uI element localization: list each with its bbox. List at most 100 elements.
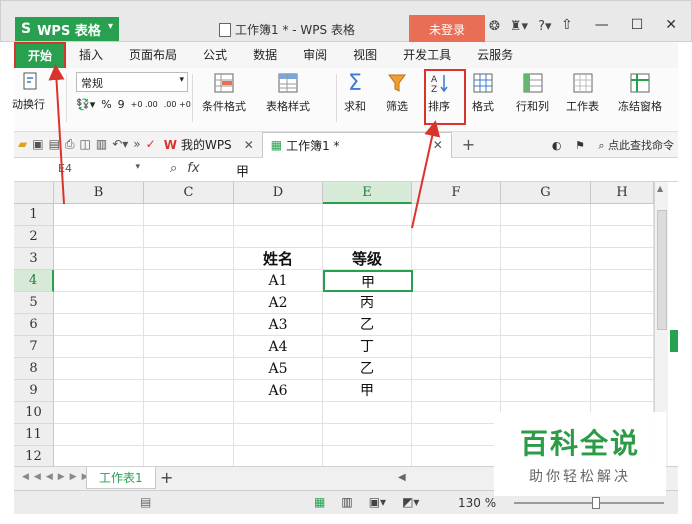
grid-cell[interactable] (412, 336, 501, 358)
cell-d6[interactable]: A3 (234, 314, 323, 336)
grid-cell[interactable] (591, 380, 654, 402)
table-style-button[interactable]: 表格样式 (266, 72, 310, 114)
wrap-text-button[interactable]: 动换行 (12, 70, 45, 112)
grid-cell[interactable] (412, 248, 501, 270)
undo-icon[interactable]: ↶▾ (112, 137, 128, 152)
grid-cell[interactable] (412, 402, 501, 424)
cell-e3[interactable]: 等级 (323, 248, 412, 270)
tab-data[interactable]: 数据 (240, 42, 290, 68)
grid-cell[interactable] (323, 226, 412, 248)
grid-cell[interactable] (54, 226, 144, 248)
cell-e4-active[interactable]: 甲 (323, 270, 413, 292)
row-header[interactable]: 11 (14, 424, 54, 446)
grid-cell[interactable] (234, 226, 323, 248)
grid-cell[interactable] (591, 314, 654, 336)
grid-cell[interactable] (144, 446, 234, 466)
grid-cell[interactable] (501, 358, 591, 380)
cell-d5[interactable]: A2 (234, 292, 323, 314)
open-folder-icon[interactable]: ▰ (18, 137, 27, 152)
print-preview-icon[interactable]: ◫ (80, 137, 91, 152)
app-menu-button[interactable]: S WPS 表格 ▾ (15, 17, 119, 41)
grid-cell[interactable] (144, 424, 234, 446)
side-panel-toggle[interactable] (670, 330, 678, 352)
save-icon[interactable]: ▣ (32, 137, 43, 152)
tab-insert[interactable]: 插入 (66, 42, 116, 68)
cell-e5[interactable]: 丙 (323, 292, 412, 314)
grid-cell[interactable] (144, 226, 234, 248)
tab-view[interactable]: 视图 (340, 42, 390, 68)
currency-icon[interactable]: 💱▾ (76, 98, 95, 111)
grid-cell[interactable] (501, 226, 591, 248)
formula-input[interactable]: 甲 (236, 161, 249, 180)
grid-cell[interactable] (144, 292, 234, 314)
shirt-icon[interactable]: ♜▾ (510, 19, 528, 34)
grid-cell[interactable] (54, 424, 144, 446)
cell-d9[interactable]: A6 (234, 380, 323, 402)
grid-cell[interactable] (234, 204, 323, 226)
grid-cell[interactable] (323, 204, 412, 226)
row-header[interactable]: 5 (14, 292, 54, 314)
number-format-select[interactable]: 常规 ▾ (76, 72, 188, 92)
grid-cell[interactable] (412, 358, 501, 380)
grid-cell[interactable] (501, 204, 591, 226)
skin-icon[interactable]: ❂ (489, 19, 500, 34)
flag-icon[interactable]: ⚑ (575, 139, 585, 152)
grid-cell[interactable] (323, 424, 412, 446)
grid-cell[interactable] (234, 446, 323, 466)
grid-cell[interactable] (591, 292, 654, 314)
grid-cell[interactable] (412, 292, 501, 314)
grid-cell[interactable] (54, 292, 144, 314)
grid-cell[interactable] (144, 402, 234, 424)
decrease-decimal-button[interactable]: .00 +0 (164, 100, 191, 109)
row-header[interactable]: 12 (14, 446, 54, 466)
grid-cell[interactable] (412, 424, 501, 446)
zoom-slider-handle[interactable] (592, 497, 600, 509)
grid-cell[interactable] (591, 204, 654, 226)
normal-view-icon[interactable]: ▦ (314, 495, 325, 509)
row-header[interactable]: 10 (14, 402, 54, 424)
tab-page-layout[interactable]: 页面布局 (116, 42, 190, 68)
grid-cell[interactable] (501, 292, 591, 314)
scroll-up-icon[interactable]: ▲ (657, 184, 663, 193)
doc-tab-my-wps[interactable]: W 我的WPS ✕ (156, 132, 262, 158)
column-header-b[interactable]: B (54, 182, 144, 204)
fx-icon[interactable]: fx (187, 161, 199, 176)
grid-cell[interactable] (323, 446, 412, 466)
grid-cell[interactable] (412, 314, 501, 336)
grid-cell[interactable] (412, 204, 501, 226)
grid-cell[interactable] (54, 270, 144, 292)
grid-cell[interactable] (501, 270, 591, 292)
minimize-icon[interactable]: — (595, 17, 609, 33)
grid-cell[interactable] (501, 380, 591, 402)
scroll-thumb[interactable] (657, 210, 667, 330)
grid-cell[interactable] (144, 204, 234, 226)
grid-cell[interactable] (412, 226, 501, 248)
comma-button[interactable]: 9 (118, 98, 125, 111)
cell-d7[interactable]: A4 (234, 336, 323, 358)
conditional-format-button[interactable]: 条件格式 (202, 72, 246, 114)
zoom-level[interactable]: 130 % (458, 496, 496, 510)
command-search[interactable]: ◐ ⚑ ⌕ 点此查找命令 (552, 137, 674, 153)
cell-d4[interactable]: A1 (234, 270, 323, 292)
close-tab-icon[interactable]: ✕ (244, 138, 254, 152)
increase-decimal-button[interactable]: +0 .00 (131, 100, 158, 109)
row-header[interactable]: 2 (14, 226, 54, 248)
tab-cloud[interactable]: 云服务 (464, 42, 526, 68)
grid-cell[interactable] (234, 402, 323, 424)
close-icon[interactable]: ✕ (665, 17, 677, 33)
format-button[interactable]: 格式 (472, 72, 494, 114)
tab-formulas[interactable]: 公式 (190, 42, 240, 68)
grid-cell[interactable] (591, 336, 654, 358)
grid-cell[interactable] (501, 336, 591, 358)
zoom-slider-track[interactable] (514, 502, 664, 504)
grid-cell[interactable] (591, 270, 654, 292)
reading-view-icon[interactable]: ◩▾ (402, 495, 419, 509)
layout-view-icon[interactable]: ▣▾ (369, 495, 386, 509)
grid-cell[interactable] (54, 204, 144, 226)
grid-cell[interactable] (412, 380, 501, 402)
grid-cell[interactable] (54, 402, 144, 424)
new-tab-icon[interactable]: + (462, 135, 475, 154)
grid-cell[interactable] (412, 270, 501, 292)
close-tab-icon[interactable]: ✕ (433, 138, 443, 152)
login-button[interactable]: 未登录 (409, 15, 485, 43)
